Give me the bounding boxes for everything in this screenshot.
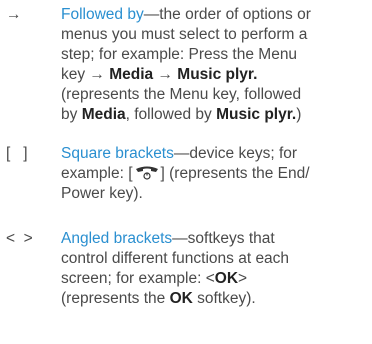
- square-brackets-symbol: [ ]: [6, 145, 28, 162]
- line: control different functions at each: [61, 250, 290, 267]
- bold-media: Media: [109, 66, 154, 83]
- term-square-brackets: Square brackets: [61, 145, 174, 162]
- text-fragment: ] (represents the End/: [160, 165, 310, 182]
- entry-text: Followed by—the order of options or menu…: [61, 5, 367, 125]
- line: step; for example: Press the Menu: [61, 46, 298, 63]
- entry-text: Square brackets—device keys; for example…: [61, 144, 367, 204]
- line: example: [ ] (represents the End/: [61, 164, 367, 184]
- term-angled-brackets: Angled brackets: [61, 230, 173, 247]
- end-power-key-icon: [135, 166, 158, 180]
- line: Power key).: [61, 185, 143, 202]
- line-rest: —the order of options or: [143, 6, 311, 23]
- text-fragment: →: [153, 66, 178, 83]
- line: menus you must select to perform a: [61, 26, 308, 43]
- text-fragment: example: [: [61, 165, 133, 182]
- text-fragment: softkey).: [192, 290, 256, 307]
- line: Angled brackets—softkeys that: [61, 229, 367, 249]
- line: by Media, followed by Music plyr.): [61, 105, 367, 125]
- text-fragment: >: [238, 270, 248, 287]
- bold-music: Music plyr.: [177, 66, 258, 83]
- text-fragment: ): [296, 106, 302, 123]
- line: Followed by—the order of options or: [61, 5, 367, 25]
- text-fragment: by: [61, 106, 82, 123]
- text-fragment: key →: [61, 66, 110, 83]
- bold-music: Music plyr.: [216, 106, 297, 123]
- arrow-symbol: →: [6, 6, 22, 23]
- text-fragment: , followed by: [125, 106, 217, 123]
- text-fragment: screen; for example: <: [61, 270, 215, 287]
- line: screen; for example: <OK>: [61, 269, 367, 289]
- entry-text: Angled brackets—softkeys that control di…: [61, 229, 367, 309]
- line: Square brackets—device keys; for: [61, 144, 367, 164]
- term-followed-by: Followed by: [61, 6, 144, 23]
- line-rest: —device keys; for: [173, 145, 298, 162]
- bold-ok: OK: [169, 290, 193, 307]
- line: (represents the OK softkey).: [61, 289, 367, 309]
- text-fragment: (represents the: [61, 290, 170, 307]
- line-rest: —softkeys that: [172, 230, 275, 247]
- angled-brackets-symbol: < >: [6, 230, 33, 247]
- bold-media: Media: [81, 106, 126, 123]
- line: (represents the Menu key, followed: [61, 86, 302, 103]
- bold-ok: OK: [214, 270, 239, 287]
- line: key → Media → Music plyr.: [61, 65, 367, 85]
